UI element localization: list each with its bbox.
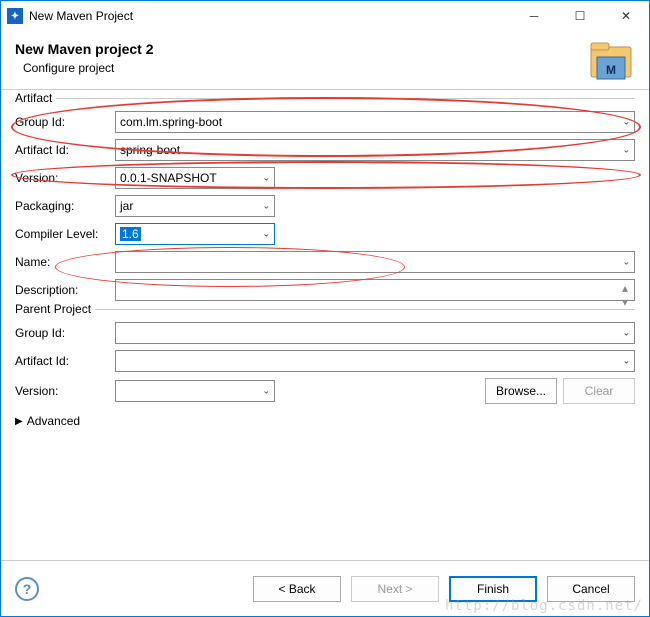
compiler-level-label: Compiler Level:	[15, 227, 109, 241]
packaging-label: Packaging:	[15, 199, 109, 213]
maximize-button[interactable]: ☐	[557, 1, 603, 31]
next-button[interactable]: Next >	[351, 576, 439, 602]
chevron-down-icon: ⌄	[622, 356, 630, 367]
name-label: Name:	[15, 255, 109, 269]
page-title: New Maven project 2	[15, 41, 635, 57]
chevron-down-icon: ⌄	[622, 257, 630, 268]
advanced-toggle[interactable]: ▶ Advanced	[15, 414, 635, 428]
description-input[interactable]: ▴▾	[115, 279, 635, 301]
watermark: http://blog.csdn.net/	[445, 598, 643, 614]
compiler-level-combo[interactable]: 1.6⌄	[115, 223, 275, 245]
advanced-label: Advanced	[27, 414, 80, 428]
maven-folder-icon: M	[587, 37, 635, 85]
parent-version-combo[interactable]: ⌄	[115, 380, 275, 402]
spinner-icon: ▴▾	[618, 281, 632, 299]
parent-version-label: Version:	[15, 384, 109, 398]
page-subtitle: Configure project	[23, 61, 635, 75]
titlebar: ✦ New Maven Project ─ ☐ ✕	[1, 1, 649, 31]
artifact-id-label: Artifact Id:	[15, 143, 109, 157]
close-button[interactable]: ✕	[603, 1, 649, 31]
artifact-group: Artifact Group Id: com.lm.spring-boot⌄ A…	[15, 98, 635, 301]
parent-group-id-label: Group Id:	[15, 326, 109, 340]
minimize-button[interactable]: ─	[511, 1, 557, 31]
browse-button[interactable]: Browse...	[485, 378, 557, 404]
description-label: Description:	[15, 283, 109, 297]
parent-artifact-id-label: Artifact Id:	[15, 354, 109, 368]
window-title: New Maven Project	[29, 9, 511, 23]
back-button[interactable]: < Back	[253, 576, 341, 602]
parent-project-group: Parent Project Group Id: ⌄ Artifact Id: …	[15, 309, 635, 404]
version-combo[interactable]: 0.0.1-SNAPSHOT⌄	[115, 167, 275, 189]
artifact-group-title: Artifact	[15, 91, 56, 105]
packaging-combo[interactable]: jar⌄	[115, 195, 275, 217]
chevron-down-icon: ⌄	[262, 173, 270, 184]
clear-button[interactable]: Clear	[563, 378, 635, 404]
chevron-down-icon: ⌄	[262, 201, 270, 212]
triangle-right-icon: ▶	[15, 416, 23, 427]
parent-artifact-id-combo[interactable]: ⌄	[115, 350, 635, 372]
name-combo[interactable]: ⌄	[115, 251, 635, 273]
chevron-down-icon: ⌄	[262, 386, 270, 397]
parent-group-id-combo[interactable]: ⌄	[115, 322, 635, 344]
version-label: Version:	[15, 171, 109, 185]
chevron-down-icon: ⌄	[622, 328, 630, 339]
dialog-header: New Maven project 2 Configure project M	[1, 31, 649, 90]
parent-group-title: Parent Project	[15, 302, 95, 316]
group-id-label: Group Id:	[15, 115, 109, 129]
svg-text:M: M	[606, 63, 616, 77]
app-icon: ✦	[7, 8, 23, 24]
chevron-down-icon: ⌄	[622, 145, 630, 156]
group-id-combo[interactable]: com.lm.spring-boot⌄	[115, 111, 635, 133]
chevron-down-icon: ⌄	[262, 229, 270, 240]
chevron-down-icon: ⌄	[622, 117, 630, 128]
artifact-id-combo[interactable]: spring-boot⌄	[115, 139, 635, 161]
help-icon[interactable]: ?	[15, 577, 39, 601]
